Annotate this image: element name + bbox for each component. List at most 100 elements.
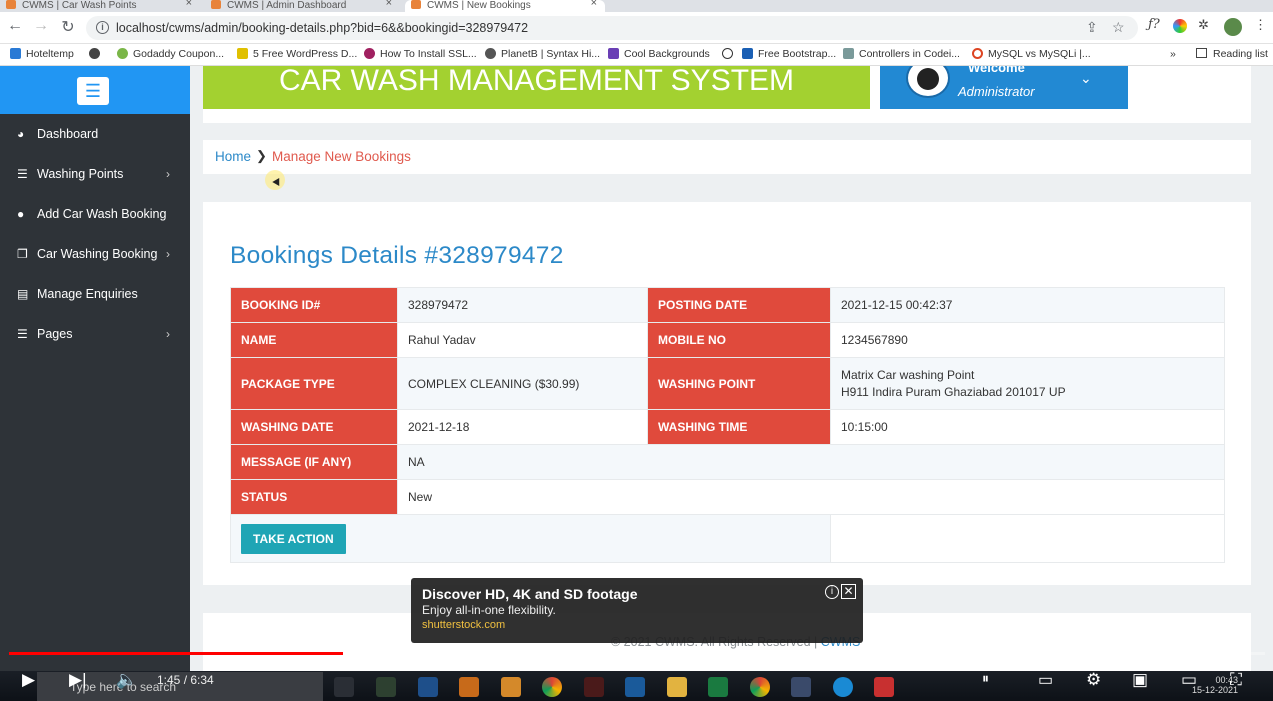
- bookmark-0[interactable]: Hoteltemp: [10, 48, 74, 60]
- bookmark-8[interactable]: Free Bootstrap...: [742, 48, 836, 60]
- sidebar-item-add-car-wash-booking[interactable]: ● Add Car Wash Booking: [0, 194, 190, 234]
- bookmark-6[interactable]: Cool Backgrounds: [608, 48, 710, 60]
- user-avatar-icon: [906, 66, 950, 98]
- edge-icon[interactable]: [833, 677, 853, 697]
- bookmark-label: 5 Free WordPress D...: [253, 48, 358, 60]
- chevron-right-icon: ›: [166, 247, 170, 261]
- chrome-icon[interactable]: [542, 677, 562, 697]
- reading-list[interactable]: Reading list: [1196, 48, 1268, 60]
- next-icon[interactable]: ▶|: [69, 670, 87, 690]
- sidebar-item-washing-points[interactable]: ☰ Washing Points ›: [0, 154, 190, 194]
- info-icon[interactable]: i: [825, 585, 839, 599]
- tab-2[interactable]: CWMS | Admin Dashboard ×: [205, 0, 400, 12]
- bookmark-3[interactable]: 5 Free WordPress D...: [237, 48, 357, 60]
- share-icon[interactable]: ⇪: [1086, 19, 1098, 36]
- taskbar-app-icon[interactable]: [625, 677, 645, 697]
- screen: CWMS | Car Wash Points × CWMS | Admin Das…: [0, 0, 1273, 701]
- mobile-no-value: 1234567890: [830, 322, 1225, 358]
- reload-icon[interactable]: ↻: [57, 17, 79, 37]
- bookmark-label: How To Install SSL...: [380, 48, 477, 60]
- bookmark-label: Godaddy Coupon...: [133, 48, 225, 60]
- close-icon[interactable]: ×: [186, 0, 192, 9]
- taskbar-app-icon[interactable]: [418, 677, 438, 697]
- taskbar-app-icon[interactable]: [584, 677, 604, 697]
- washing-time-value: 10:15:00: [830, 409, 1225, 445]
- welcome-text: Welcome: [968, 66, 1025, 75]
- settings-gear-icon[interactable]: ⚙: [1086, 670, 1101, 690]
- take-action-button[interactable]: TAKE ACTION: [241, 523, 346, 554]
- bookmark-7[interactable]: [722, 48, 738, 60]
- close-icon[interactable]: ✕: [841, 584, 856, 599]
- user-icon: ●: [17, 207, 25, 221]
- tab-strip: CWMS | Car Wash Points × CWMS | Admin Das…: [0, 0, 1273, 12]
- tab-3[interactable]: CWMS | New Bookings ×: [405, 0, 605, 12]
- task-view-icon[interactable]: [334, 677, 354, 697]
- copy-icon: ❐: [17, 247, 28, 261]
- avatar[interactable]: [1224, 18, 1242, 36]
- ad-subtitle: Enjoy all-in-one flexibility.: [422, 603, 556, 617]
- bookmark-5[interactable]: PlanetB | Syntax Hi...: [485, 48, 600, 60]
- taskbar-app-icon[interactable]: [376, 677, 396, 697]
- sidebar-item-manage-enquiries[interactable]: ▤ Manage Enquiries: [0, 274, 190, 314]
- theater-mode-icon[interactable]: ▭: [1181, 670, 1197, 690]
- sidebar-item-pages[interactable]: ☰ Pages ›: [0, 314, 190, 354]
- miniplayer-icon[interactable]: ▣: [1132, 670, 1148, 690]
- sidebar-item-dashboard[interactable]: ◕ Dashboard: [0, 114, 190, 154]
- taskbar-app-icon[interactable]: [791, 677, 811, 697]
- tab-1[interactable]: CWMS | Car Wash Points ×: [0, 0, 200, 12]
- globe-icon: [89, 48, 100, 59]
- user-menu[interactable]: Welcome Administrator ⌄: [880, 66, 1128, 109]
- chrome-icon[interactable]: [750, 677, 770, 697]
- video-ad-overlay[interactable]: Discover HD, 4K and SD footage Enjoy all…: [411, 578, 863, 643]
- bookmark-1[interactable]: [89, 48, 105, 60]
- sidebar-item-label: Dashboard: [37, 127, 99, 141]
- page-icon: [211, 0, 221, 9]
- breadcrumb-current[interactable]: Manage New Bookings: [272, 149, 411, 164]
- bookmark-label: Hoteltemp: [26, 48, 74, 60]
- subtitles-icon[interactable]: ▭: [1038, 670, 1053, 690]
- video-progress-bar[interactable]: [9, 652, 1265, 655]
- close-icon[interactable]: ×: [591, 0, 597, 9]
- omnibox[interactable]: i localhost/cwms/admin/booking-details.p…: [86, 16, 1138, 40]
- back-icon[interactable]: ←: [4, 17, 26, 35]
- bookmark-label: Cool Backgrounds: [624, 48, 710, 60]
- hamburger-menu-icon[interactable]: ☰: [77, 77, 109, 105]
- taskbar-app-icon[interactable]: [459, 677, 479, 697]
- bookmark-9[interactable]: Controllers in Codei...: [843, 48, 960, 60]
- forward-icon[interactable]: →: [30, 17, 52, 35]
- volume-icon[interactable]: 🔈: [116, 670, 137, 690]
- bookmark-favicon: [10, 48, 21, 59]
- autoplay-toggle[interactable]: ⏸: [982, 670, 989, 687]
- color-extension-icon[interactable]: [1173, 19, 1187, 33]
- bookmark-10[interactable]: MySQL vs MySQLi |...: [972, 48, 1091, 60]
- kebab-menu-icon[interactable]: ⋮: [1254, 17, 1267, 33]
- info-icon[interactable]: i: [96, 21, 109, 34]
- sidebar-item-car-washing-booking[interactable]: ❐ Car Washing Booking ›: [0, 234, 190, 274]
- url-text[interactable]: localhost/cwms/admin/booking-details.php…: [116, 21, 528, 35]
- bookmark-favicon: [742, 48, 753, 59]
- breadcrumb-home[interactable]: Home: [215, 149, 251, 164]
- puzzle-icon[interactable]: ✲: [1198, 17, 1209, 33]
- taskbar-app-icon[interactable]: [708, 677, 728, 697]
- chevron-right-icon: ❯: [256, 148, 267, 163]
- bookmark-favicon: [364, 48, 375, 59]
- bookmarks-overflow-icon[interactable]: »: [1170, 48, 1176, 60]
- tab-label: CWMS | Car Wash Points: [22, 0, 137, 11]
- close-icon[interactable]: ×: [386, 0, 392, 9]
- ad-domain[interactable]: shutterstock.com: [422, 619, 505, 631]
- chevron-down-icon[interactable]: ⌄: [1080, 70, 1092, 87]
- bookmark-2[interactable]: Godaddy Coupon...: [117, 48, 224, 60]
- folder-icon[interactable]: [667, 677, 687, 697]
- dashboard-icon: ◕: [17, 127, 25, 141]
- site-banner: CAR WASH MANAGEMENT SYSTEM: [203, 66, 870, 109]
- taskbar-app-icon[interactable]: [501, 677, 521, 697]
- play-icon[interactable]: ▶: [22, 670, 35, 690]
- bookmark-4[interactable]: How To Install SSL...: [364, 48, 477, 60]
- fullscreen-icon[interactable]: ⛶: [1230, 670, 1242, 690]
- table-row: NAME Rahul Yadav MOBILE NO 1234567890: [230, 322, 1225, 358]
- table-row: BOOKING ID# 328979472 POSTING DATE 2021-…: [230, 287, 1225, 323]
- star-icon[interactable]: ☆: [1112, 19, 1125, 36]
- formula-extension-icon[interactable]: ƒ?: [1148, 17, 1160, 32]
- bookmark-label: PlanetB | Syntax Hi...: [501, 48, 601, 60]
- taskbar-app-icon[interactable]: [874, 677, 894, 697]
